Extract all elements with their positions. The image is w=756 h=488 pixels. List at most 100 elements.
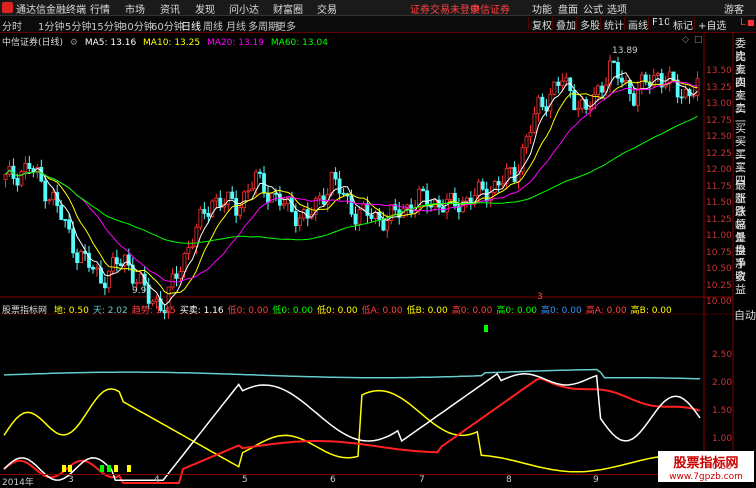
- period-marker: 3: [537, 292, 543, 302]
- settings-icon[interactable]: ⚙: [70, 38, 78, 48]
- candle-body: [683, 89, 688, 98]
- candle-body: [329, 172, 334, 195]
- low-price-label: 9.97: [132, 286, 153, 296]
- candle-body: [480, 181, 485, 190]
- candle-body: [532, 113, 537, 133]
- y-tick-upper: 12.25: [706, 148, 732, 159]
- candle-body: [679, 96, 684, 99]
- candle-body: [230, 191, 235, 199]
- indicator-name[interactable]: 股票指标网: [2, 306, 47, 316]
- signal-bar: [127, 465, 131, 472]
- chart-canvas[interactable]: [0, 0, 756, 487]
- candle-body: [620, 77, 624, 83]
- close-panel-icon[interactable]: □: [694, 35, 703, 45]
- candle-body: [500, 182, 505, 186]
- ma5-value: MA5: 13.16: [84, 38, 137, 48]
- panel-flag-icon[interactable]: ■: [747, 18, 755, 27]
- candle-body: [381, 219, 386, 231]
- watermark-title: 股票指标网: [658, 451, 754, 472]
- x-label-4: 4: [154, 475, 160, 485]
- candle-body: [51, 192, 56, 201]
- candle-body: [75, 252, 79, 264]
- candle-body: [206, 213, 211, 217]
- candle-body: [254, 171, 258, 190]
- y-tick-upper: 10.25: [706, 280, 732, 291]
- indicator-value: 买卖: 1.16: [179, 306, 224, 316]
- x-label-6: 6: [330, 475, 336, 485]
- y-tick-lower: 2.50: [712, 350, 733, 360]
- ground-line: [3, 388, 701, 473]
- candle-body: [27, 162, 32, 169]
- candle-body: [631, 93, 636, 106]
- candle-body: [218, 197, 223, 208]
- candle-body: [114, 257, 119, 265]
- candle-body: [59, 205, 64, 220]
- watermark-url: www.7gpzb.com: [658, 472, 754, 482]
- candle-body: [425, 190, 429, 207]
- sky-line: [3, 368, 701, 380]
- candle-body: [369, 214, 374, 219]
- candle-body: [293, 211, 298, 227]
- candle-body: [170, 273, 175, 288]
- restore-icon[interactable]: ◇: [682, 35, 689, 45]
- indicator-value: 低0: 0.00: [227, 306, 269, 316]
- candle-body: [576, 107, 581, 111]
- y-tick-upper: 13.50: [706, 66, 732, 76]
- candle-body: [385, 220, 390, 231]
- y-tick-upper: 11.00: [706, 231, 732, 241]
- candle-body: [79, 251, 83, 264]
- candle-body: [596, 85, 600, 95]
- candle-body: [23, 162, 28, 173]
- candle-body: [373, 211, 378, 219]
- candle-body: [512, 167, 517, 182]
- candle-body: [524, 136, 529, 149]
- candle-body: [242, 191, 247, 208]
- x-label-5: 5: [242, 475, 248, 485]
- indicator-value: 高0: 0.00: [451, 306, 493, 316]
- x-label-7: 7: [419, 475, 425, 485]
- candle-body: [154, 298, 159, 302]
- y-tick-upper: 12.50: [706, 132, 732, 142]
- candle-body: [234, 198, 239, 216]
- signal-bar: [107, 465, 111, 472]
- candle-body: [635, 88, 640, 106]
- ma10-value: MA10: 13.25: [143, 38, 201, 48]
- y-tick-upper: 10.50: [706, 264, 732, 274]
- high-price-label: 13.89: [612, 46, 638, 56]
- candle-body: [3, 173, 8, 181]
- candle-body: [655, 73, 660, 77]
- candle-body: [556, 81, 561, 86]
- indicator-value: 高0: 0.00: [541, 306, 582, 316]
- x-label-8: 8: [506, 475, 512, 485]
- candle-body: [337, 178, 342, 194]
- candle-body: [107, 270, 111, 289]
- candle-body: [110, 257, 115, 272]
- ma20-value: MA20: 13.19: [206, 38, 265, 48]
- candle-body: [246, 190, 251, 193]
- indicator-value: 高B: 0.00: [630, 306, 672, 316]
- indicator-value: 低B: 0.00: [406, 306, 448, 316]
- candle-body: [484, 188, 489, 202]
- auto-scale-button[interactable]: 自动: [734, 307, 756, 323]
- candle-body: [19, 171, 24, 186]
- indicator-value: 趋势: 1.45: [131, 306, 176, 316]
- candle-body: [71, 228, 76, 254]
- candle-body: [182, 253, 187, 272]
- candle-body: [266, 192, 270, 203]
- candle-body: [528, 131, 533, 138]
- y-tick-upper: 11.25: [706, 214, 732, 225]
- candle-body: [624, 79, 628, 83]
- candle-body: [600, 85, 604, 93]
- candle-body: [95, 267, 99, 270]
- candle-body: [317, 195, 322, 200]
- candle-body: [118, 263, 123, 267]
- signal-bar: [484, 325, 488, 332]
- y-tick-upper: 12.00: [706, 165, 732, 175]
- candle-body: [588, 108, 593, 111]
- candle-body: [63, 219, 68, 221]
- field-eps: 收益: [735, 270, 746, 296]
- y-tick-lower: 2.00: [712, 378, 733, 388]
- indicator-value: 低A: 0.00: [361, 306, 403, 316]
- candle-body: [126, 254, 131, 266]
- candle-body: [47, 199, 52, 202]
